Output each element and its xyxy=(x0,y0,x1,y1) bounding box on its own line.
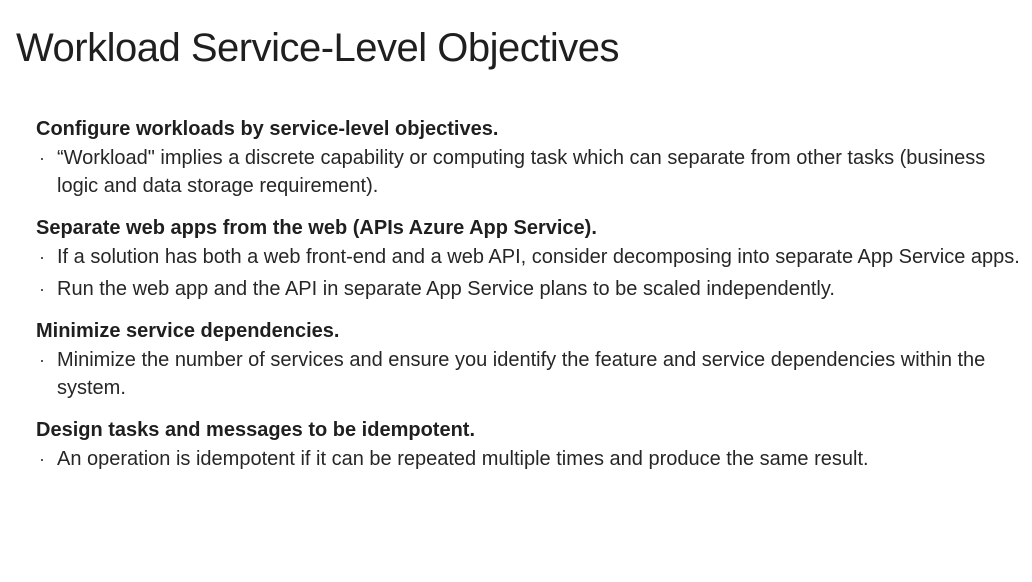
bullet-dot-icon: · xyxy=(39,350,45,370)
bullet-list: · “Workload" implies a discrete capabili… xyxy=(36,144,1021,200)
slide-title: Workload Service-Level Objectives xyxy=(16,26,620,70)
section-heading: Separate web apps from the web (APIs Azu… xyxy=(36,217,597,239)
section-workloads: Configure workloads by service-level obj… xyxy=(36,114,1021,200)
bullet-dot-icon: · xyxy=(39,449,45,469)
section-dependencies: Minimize service dependencies. · Minimiz… xyxy=(36,316,1021,402)
bullet-list: · An operation is idempotent if it can b… xyxy=(36,445,1021,473)
section-heading: Minimize service dependencies. xyxy=(36,320,340,342)
bullet-text: Run the web app and the API in separate … xyxy=(57,278,835,300)
bullet-item: · If a solution has both a web front-end… xyxy=(36,243,1021,271)
bullet-item: · “Workload" implies a discrete capabili… xyxy=(36,144,1021,200)
bullet-text: “Workload" implies a discrete capability… xyxy=(57,147,986,197)
bullet-dot-icon: · xyxy=(39,247,45,267)
bullet-list: · Minimize the number of services and en… xyxy=(36,346,1021,402)
bullet-dot-icon: · xyxy=(39,279,45,299)
bullet-item: · An operation is idempotent if it can b… xyxy=(36,445,1021,473)
bullet-dot-icon: · xyxy=(39,148,45,168)
bullet-text: An operation is idempotent if it can be … xyxy=(57,448,869,470)
slide-content: Configure workloads by service-level obj… xyxy=(36,114,1021,486)
bullet-item: · Run the web app and the API in separat… xyxy=(36,275,1021,303)
bullet-text: If a solution has both a web front-end a… xyxy=(57,246,1020,268)
bullet-list: · If a solution has both a web front-end… xyxy=(36,243,1021,303)
section-web-apps: Separate web apps from the web (APIs Azu… xyxy=(36,213,1021,303)
bullet-text: Minimize the number of services and ensu… xyxy=(57,349,986,399)
bullet-item: · Minimize the number of services and en… xyxy=(36,346,1021,402)
section-heading: Configure workloads by service-level obj… xyxy=(36,118,499,140)
section-idempotent: Design tasks and messages to be idempote… xyxy=(36,415,1021,473)
section-heading: Design tasks and messages to be idempote… xyxy=(36,419,476,441)
